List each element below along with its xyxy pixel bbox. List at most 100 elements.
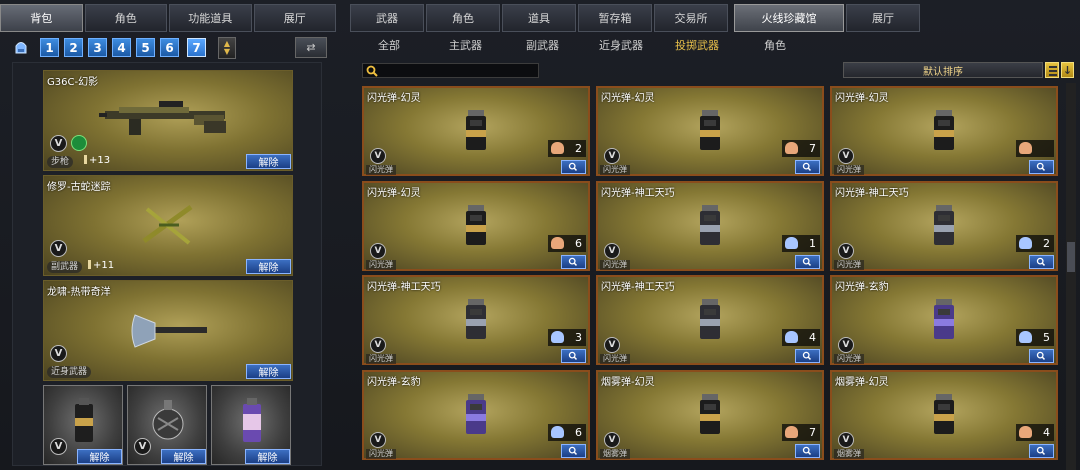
page-6-button[interactable]: 6 [160,38,179,57]
item-card[interactable]: 闪光弹-玄豹 V 闪光弹 6 [362,370,590,460]
page-2-button[interactable]: 2 [64,38,83,57]
item-card[interactable]: 闪光弹-神工天巧 V 闪光弹 1 [596,181,824,271]
page-7-button[interactable]: 7 [187,38,206,57]
item-count: 3 [548,329,586,346]
rank-badge-icon [551,331,564,343]
item-card[interactable]: 闪光弹-幻灵 V 闪光弹 6 [362,181,590,271]
unequip-button[interactable]: 解除 [246,259,291,274]
page-selector: 1 2 3 4 5 6 7 ▲ ▼ ⇄ [12,37,334,59]
grid-scrollbar[interactable] [1066,83,1076,470]
item-card[interactable]: 烟雾弹-幻灵 V 烟雾弹 7 [596,370,824,460]
sort-order-button[interactable]: ↓ [1061,62,1074,78]
magnifier-icon [1036,351,1046,360]
inspect-button[interactable] [1029,349,1054,363]
scrollbar-thumb[interactable] [1067,242,1075,272]
filter-primary[interactable]: 主武器 [449,37,482,53]
inspect-button[interactable] [795,349,820,363]
item-card[interactable]: 闪光弹-幻灵 V 闪光弹 7 [596,86,824,176]
rank-badge-icon [785,237,798,249]
item-card[interactable]: 闪光弹-神工天巧 V 闪光弹 4 [596,275,824,365]
item-card[interactable]: 烟雾弹-幻灵 V 烟雾弹 4 [830,370,1058,460]
inspect-button[interactable] [795,160,820,174]
inspect-button[interactable] [1029,160,1054,174]
weapon-name: 修罗-古蛇迷踪 [47,182,111,193]
filter-all[interactable]: 全部 [378,37,400,53]
tab-weapons[interactable]: 武器 [350,4,424,32]
throwable-slot[interactable]: V 解除 [43,385,123,465]
sort-dropdown[interactable]: 默认排序 [843,62,1043,78]
inspect-button[interactable] [1029,444,1054,458]
item-card[interactable]: 闪光弹-幻灵 V 闪光弹 2 [362,86,590,176]
flashbang-icon [700,299,720,339]
item-type-tag: 闪光弹 [366,354,396,364]
item-card[interactable]: 闪光弹-神工天巧 V 闪光弹 3 [362,275,590,365]
weapon-type-tag: 近身武器 [47,366,92,378]
page-1-button[interactable]: 1 [40,38,59,57]
item-card[interactable]: 闪光弹-神工天巧 V 闪光弹 2 [830,181,1058,271]
unequip-button[interactable]: 解除 [246,154,291,169]
magnifier-icon [802,351,812,360]
arrange-button[interactable]: ⇄ [295,37,327,58]
item-count: 4 [782,329,820,346]
rank-badge-icon [1019,142,1032,154]
throwable-slot[interactable]: V 解除 [127,385,207,465]
tab-temp-storage[interactable]: 暂存箱 [578,4,652,32]
inventory-tabs: 背包 角色 功能道具 展厅 [0,4,336,32]
filter-melee[interactable]: 近身武器 [599,37,643,53]
v-badge-icon: V [838,337,854,353]
chevron-down-icon[interactable]: ▼ [224,48,230,56]
frag-grenade-icon [152,400,184,440]
magnifier-icon [568,446,578,455]
tab-backpack[interactable]: 背包 [0,4,83,32]
filter-throwable[interactable]: 投掷武器 [675,37,719,53]
weapon-bonus: +13 [84,155,110,166]
item-count: 2 [548,140,586,157]
tab-character[interactable]: 角色 [84,4,167,32]
unequip-button[interactable]: 解除 [77,449,122,464]
flashbang-icon [466,205,486,245]
list-view-button[interactable] [1045,62,1059,78]
item-name: 闪光弹-神工天巧 [601,188,675,199]
weapon-card[interactable]: G36C-幻影 V 步枪 +13 解除 [43,70,293,171]
page-3-button[interactable]: 3 [88,38,107,57]
inspect-button[interactable] [1029,255,1054,269]
filter-character[interactable]: 角色 [764,37,786,53]
unequip-button[interactable]: 解除 [246,364,291,379]
throwable-slot[interactable]: 解除 [211,385,291,465]
tab-showroom-right[interactable]: 展厅 [846,4,920,32]
tab-collection[interactable]: 火线珍藏馆 [734,4,844,32]
inspect-button[interactable] [795,255,820,269]
magnifier-icon [802,162,812,171]
tab-characters[interactable]: 角色 [426,4,500,32]
v-badge-icon: V [604,432,620,448]
item-name: 闪光弹-神工天巧 [601,282,675,293]
unequip-button[interactable]: 解除 [161,449,206,464]
tab-exchange[interactable]: 交易所 [654,4,728,32]
page-4-button[interactable]: 4 [112,38,131,57]
page-5-button[interactable]: 5 [136,38,155,57]
weapon-card[interactable]: 修罗-古蛇迷踪 V 副武器 +11 解除 [43,175,293,276]
tab-items[interactable]: 道具 [502,4,576,32]
item-name: 闪光弹-神工天巧 [367,282,441,293]
inspect-button[interactable] [561,160,586,174]
storage-tabs: 武器 角色 道具 暂存箱 交易所 火线珍藏馆 展厅 [350,4,1080,32]
unequip-button[interactable]: 解除 [245,449,290,464]
item-card[interactable]: 闪光弹-幻灵 V 闪光弹 [830,86,1058,176]
weapon-card[interactable]: 龙啸-热带奇洋 V 近身武器 解除 [43,280,293,381]
page-stepper[interactable]: ▲ ▼ [218,37,236,59]
search-input[interactable] [362,63,539,78]
tab-function-items[interactable]: 功能道具 [169,4,252,32]
inspect-button[interactable] [795,444,820,458]
flashbang-icon [466,299,486,339]
item-count: 1 [782,235,820,252]
inspect-button[interactable] [561,349,586,363]
tab-showroom[interactable]: 展厅 [253,4,336,32]
v-badge-icon: V [838,243,854,259]
item-count: 6 [548,424,586,441]
inspect-button[interactable] [561,444,586,458]
item-name: 闪光弹-幻灵 [835,93,889,104]
item-card[interactable]: 闪光弹-玄豹 V 闪光弹 5 [830,275,1058,365]
inspect-button[interactable] [561,255,586,269]
weapon-bonus: +11 [88,260,114,271]
filter-secondary[interactable]: 副武器 [526,37,559,53]
